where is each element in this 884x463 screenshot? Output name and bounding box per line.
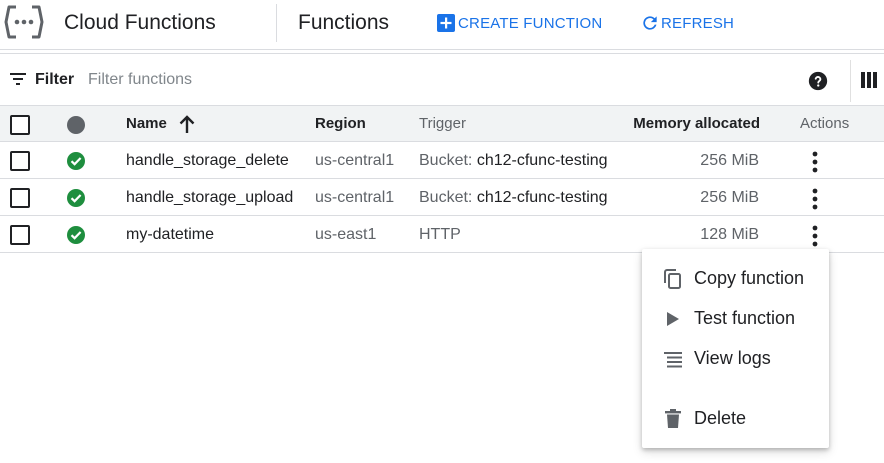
sort-ascending-arrow-icon[interactable] (178, 114, 196, 134)
trigger-value: ch12-cfunc-testing (476, 189, 608, 206)
create-function-button[interactable]: CREATE FUNCTION (437, 13, 602, 33)
refresh-label: REFRESH (661, 14, 735, 32)
function-memory: 256 MiB (700, 152, 759, 169)
page-title: Functions (298, 11, 390, 34)
column-header-trigger: Trigger (419, 115, 466, 132)
column-header-region[interactable]: Region (315, 115, 366, 133)
trigger-value: ch12-cfunc-testing (476, 152, 608, 169)
header-divider (276, 4, 277, 42)
row-checkbox[interactable] (10, 151, 30, 171)
create-function-label: CREATE FUNCTION (458, 14, 603, 32)
menu-item-label: Test function (694, 308, 796, 328)
check-circle-icon (67, 189, 85, 207)
row-checkbox[interactable] (10, 188, 30, 208)
menu-item-test-function[interactable]: Test function (642, 300, 829, 336)
table-header-row: Name Region Trigger Memory allocated Act… (0, 105, 884, 142)
table-row[interactable]: handle_storage_upload us-central1 Bucket… (0, 179, 884, 216)
table-row[interactable]: handle_storage_delete us-central1 Bucket… (0, 142, 884, 179)
function-region: us-central1 (315, 189, 395, 206)
more-actions-icon[interactable] (806, 187, 824, 211)
menu-item-copy-function[interactable]: Copy function (642, 260, 829, 296)
menu-item-view-logs[interactable]: View logs (642, 340, 829, 376)
check-circle-icon (67, 152, 85, 170)
column-header-name[interactable]: Name (126, 115, 167, 133)
more-actions-icon[interactable] (806, 150, 824, 174)
filter-input[interactable] (88, 69, 388, 91)
menu-item-delete[interactable]: Delete (642, 400, 829, 436)
column-header-memory[interactable]: Memory allocated (633, 115, 760, 133)
menu-item-label: Delete (694, 408, 747, 428)
function-trigger: Bucket: ch12-cfunc-testing (419, 152, 608, 170)
top-bar: Cloud Functions Functions CREATE FUNCTIO… (0, 0, 884, 50)
column-header-actions: Actions (800, 115, 850, 132)
app-title: Cloud Functions (64, 11, 216, 34)
trigger-type: Bucket: (419, 189, 473, 206)
check-circle-icon (67, 226, 85, 244)
menu-item-label: View logs (694, 348, 771, 368)
more-actions-icon[interactable] (806, 224, 824, 248)
play-icon (667, 312, 679, 326)
select-all-checkbox[interactable] (10, 115, 30, 135)
function-memory: 256 MiB (700, 189, 759, 206)
function-name[interactable]: handle_storage_delete (126, 152, 289, 170)
trigger-type: Bucket: (419, 152, 473, 169)
column-display-icon[interactable] (861, 72, 877, 88)
function-region: us-central1 (315, 152, 395, 169)
function-region: us-east1 (315, 226, 377, 243)
function-memory: 128 MiB (700, 226, 759, 243)
status-column-icon (67, 116, 85, 134)
row-actions-menu: Copy function Test function View logs De… (642, 249, 829, 448)
table-row[interactable]: my-datetime us-east1 HTTP 128 MiB (0, 216, 884, 253)
function-name[interactable]: handle_storage_upload (126, 189, 293, 207)
filter-list-icon[interactable] (10, 73, 26, 85)
add-box-icon (437, 14, 455, 32)
menu-item-label: Copy function (694, 268, 805, 288)
filter-label[interactable]: Filter (35, 71, 74, 89)
toolbar-divider (850, 60, 851, 102)
copy-icon (664, 269, 681, 289)
function-name[interactable]: my-datetime (126, 226, 214, 244)
trigger-type: HTTP (419, 226, 461, 243)
function-trigger: Bucket: ch12-cfunc-testing (419, 189, 608, 207)
help-icon[interactable] (808, 71, 828, 91)
function-trigger: HTTP (419, 226, 461, 244)
row-checkbox[interactable] (10, 225, 30, 245)
cloud-functions-logo-icon[interactable] (4, 4, 44, 40)
trash-icon (665, 409, 681, 428)
refresh-icon (643, 16, 657, 30)
filter-bar: Filter (0, 53, 884, 105)
logs-icon (664, 352, 682, 368)
refresh-button[interactable]: REFRESH (640, 13, 734, 33)
